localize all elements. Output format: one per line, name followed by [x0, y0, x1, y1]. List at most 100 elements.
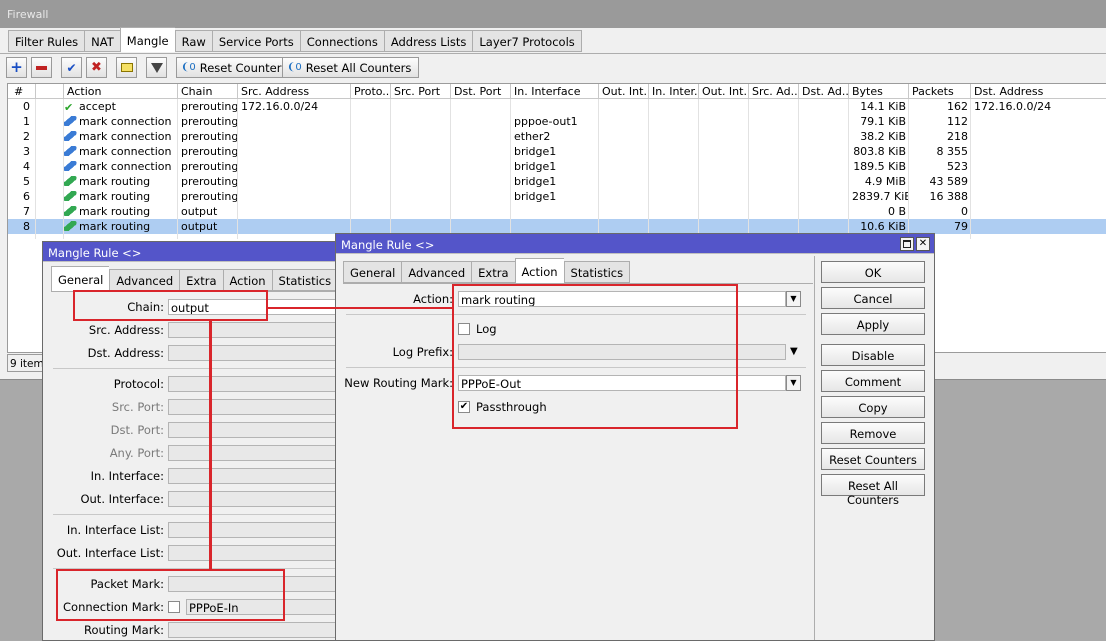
action-dropdown-button[interactable]: ▼	[786, 291, 801, 307]
table-row[interactable]: 5 mark routing prerouting bridge1 4.9 MiB 43 …	[8, 174, 1106, 189]
table-row[interactable]: 1 mark connection prerouting pppoe-out1 79.1…	[8, 114, 1106, 129]
action-text: mark routing	[79, 220, 151, 233]
new-routing-mark-dropdown-button[interactable]: ▼	[786, 375, 801, 391]
tab-extra[interactable]: Extra	[179, 269, 223, 291]
cell-action: mark connection	[64, 114, 178, 129]
col-packets[interactable]: Packets	[909, 84, 971, 99]
maximize-button[interactable]	[900, 237, 914, 251]
col-num[interactable]: #	[8, 84, 36, 99]
reset-counters-button[interactable]: Reset Counters	[821, 448, 925, 470]
tab-general[interactable]: General	[343, 261, 402, 283]
col-flags[interactable]	[36, 84, 64, 99]
any-port-field[interactable]	[168, 445, 341, 461]
tab-action[interactable]: Action	[222, 269, 272, 291]
firewall-toolbar: + ✔ ✖ ❨0 Reset Counters ❨0 Reset All Cou…	[0, 53, 1106, 82]
cell-src-address: 172.16.0.0/24	[241, 100, 319, 113]
src-port-field[interactable]	[168, 399, 341, 415]
remove-button[interactable]	[31, 57, 52, 78]
tab-extra[interactable]: Extra	[471, 261, 515, 283]
routing-mark-field[interactable]	[168, 622, 341, 638]
col-dst-port[interactable]: Dst. Port	[451, 84, 511, 99]
table-row[interactable]: 6 mark routing prerouting bridge1 2839.7 KiB…	[8, 189, 1106, 204]
reset-all-counters-label: Reset All Counters	[305, 60, 412, 75]
tab-filter-rules[interactable]: Filter Rules	[8, 30, 85, 52]
general-dialog-title[interactable]: Mangle Rule <>	[43, 242, 341, 262]
tab-action[interactable]: Action	[514, 258, 564, 283]
log-prefix-dropdown-icon[interactable]: ▼	[790, 346, 798, 357]
protocol-field[interactable]	[168, 376, 341, 392]
col-out-interface[interactable]: Out. Int...	[599, 84, 649, 99]
cell-bytes: 79.1 KiB	[860, 115, 906, 128]
out-interface-field[interactable]	[168, 491, 341, 507]
tab-general[interactable]: General	[51, 266, 110, 291]
tab-statistics[interactable]: Statistics	[563, 261, 631, 283]
tab-nat[interactable]: NAT	[84, 30, 120, 52]
cell-chain: prerouting	[181, 160, 238, 173]
src-address-field[interactable]	[168, 322, 341, 338]
tab-mangle[interactable]: Mangle	[119, 27, 175, 52]
col-src-address[interactable]: Src. Address	[238, 84, 351, 99]
disable-button[interactable]: Disable	[821, 344, 925, 366]
disable-button[interactable]: ✖	[86, 57, 107, 78]
note-icon	[120, 63, 133, 72]
comment-button[interactable]: Comment	[821, 370, 925, 392]
col-dst-address[interactable]: Dst. Address	[971, 84, 1106, 99]
apply-button[interactable]: Apply	[821, 313, 925, 335]
table-row[interactable]: 8 mark routing output 10.6 KiB 79	[8, 219, 1106, 234]
action-text: mark routing	[79, 190, 151, 203]
check-icon: ✔	[66, 60, 77, 75]
table-row[interactable]: 0 ✔ accept prerouting 172.16.0.0/24 14.1 KiB 1…	[8, 99, 1106, 114]
col-in-interface[interactable]: In. Interface	[511, 84, 599, 99]
col-src-address-list[interactable]: Src. Ad...	[749, 84, 799, 99]
reset-all-counters-button[interactable]: Reset All Counters	[821, 474, 925, 507]
remove-button[interactable]: Remove	[821, 422, 925, 444]
tab-statistics[interactable]: Statistics	[271, 269, 339, 291]
copy-button[interactable]: Copy	[821, 396, 925, 418]
filter-button[interactable]	[146, 57, 167, 78]
col-bytes[interactable]: Bytes	[849, 84, 909, 99]
cell-src-address	[238, 219, 351, 234]
reset-all-counters-button[interactable]: ❨0 Reset All Counters	[282, 57, 420, 78]
table-row[interactable]: 7 mark routing output 0 B 0	[8, 204, 1106, 219]
table-row[interactable]: 3 mark connection prerouting bridge1 803.8 K…	[8, 144, 1106, 159]
cell-in-interface: bridge1	[514, 190, 557, 203]
cell-action: mark connection	[64, 159, 178, 174]
col-protocol[interactable]: Proto...	[351, 84, 391, 99]
col-dst-address-list[interactable]: Dst. Ad...	[799, 84, 849, 99]
in-interface-list-field[interactable]	[168, 522, 341, 538]
add-button[interactable]: +	[6, 57, 27, 78]
tab-connections[interactable]: Connections	[299, 30, 384, 52]
close-button[interactable]: ✕	[916, 237, 930, 251]
tab-layer7-protocols[interactable]: Layer7 Protocols	[472, 30, 582, 52]
out-interface-list-field[interactable]	[168, 545, 341, 561]
table-row[interactable]: 4 mark connection prerouting bridge1 189.5 K…	[8, 159, 1106, 174]
action-dialog-title[interactable]: Mangle Rule <>	[336, 234, 934, 254]
cancel-button[interactable]: Cancel	[821, 287, 925, 309]
tab-service-ports[interactable]: Service Ports	[211, 30, 300, 52]
in-interface-field[interactable]	[168, 468, 341, 484]
dst-address-field[interactable]	[168, 345, 341, 361]
cell-action: ✔ accept	[64, 99, 178, 114]
cell-num: 5	[23, 175, 30, 188]
enable-button[interactable]: ✔	[61, 57, 82, 78]
col-chain[interactable]: Chain	[178, 84, 238, 99]
reset-counters-button[interactable]: ❨0 Reset Counters	[176, 57, 296, 78]
comment-button[interactable]	[116, 57, 137, 78]
col-out-interface-list[interactable]: Out. Int...	[699, 84, 749, 99]
ok-button[interactable]: OK	[821, 261, 925, 283]
tab-address-lists[interactable]: Address Lists	[383, 30, 473, 52]
col-action[interactable]: Action	[64, 84, 178, 99]
col-src-port[interactable]: Src. Port	[391, 84, 451, 99]
tab-advanced[interactable]: Advanced	[109, 269, 180, 291]
tab-raw[interactable]: Raw	[174, 30, 212, 52]
cell-dst-address	[971, 174, 1106, 189]
col-in-interface-list[interactable]: In. Inter...	[649, 84, 699, 99]
table-row[interactable]: 2 mark connection prerouting ether2 38.2 KiB…	[8, 129, 1106, 144]
cell-bytes: 38.2 KiB	[860, 130, 906, 143]
dst-port-field[interactable]	[168, 422, 341, 438]
firewall-tabs: Filter Rules NAT Mangle Raw Service Port…	[8, 27, 582, 52]
firewall-title: Firewall	[0, 0, 1106, 28]
tab-advanced[interactable]: Advanced	[401, 261, 472, 283]
action-text: accept	[79, 100, 116, 113]
cell-src-address	[238, 174, 351, 189]
